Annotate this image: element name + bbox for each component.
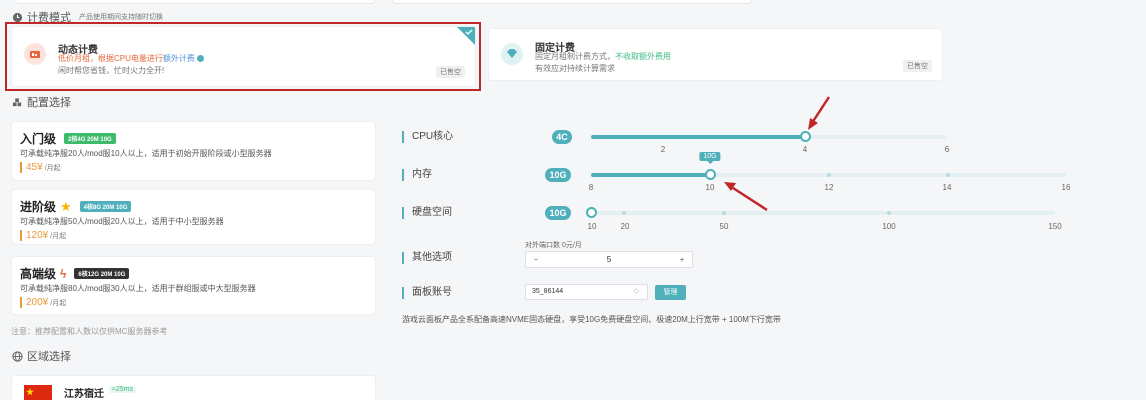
arrow-to-memory-handle (724, 182, 768, 212)
arrow-to-cpu-handle (808, 96, 831, 130)
annotation-arrows (724, 96, 831, 212)
